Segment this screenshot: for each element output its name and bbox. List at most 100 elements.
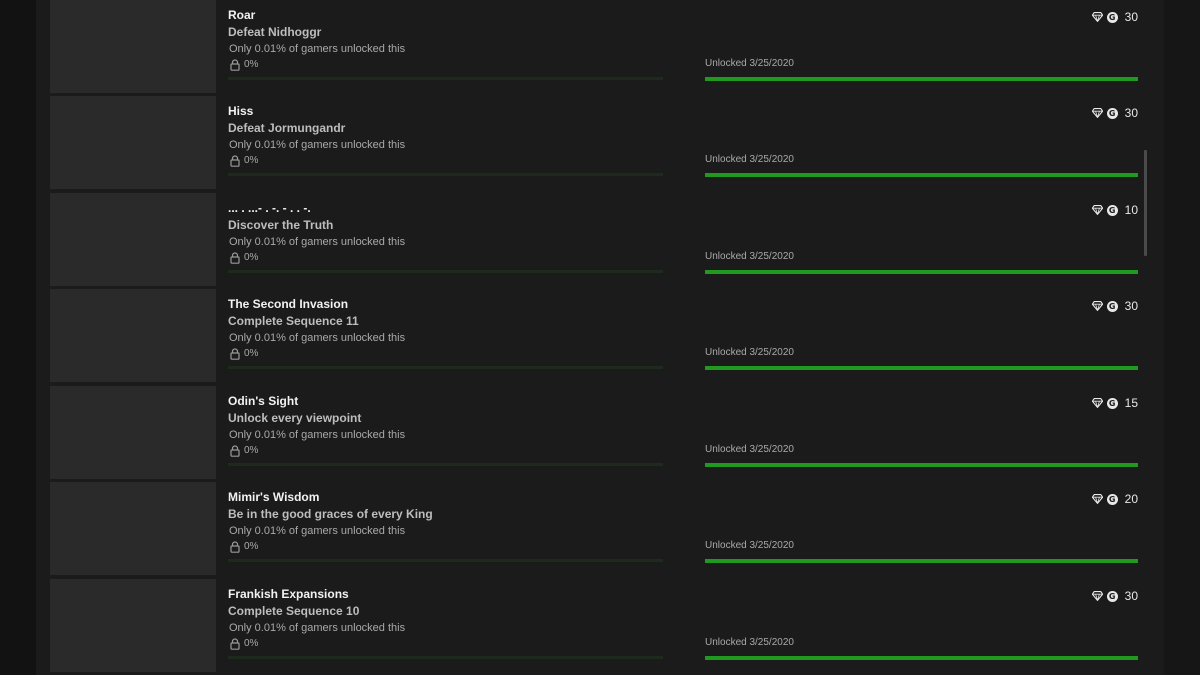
achievement-row[interactable]: Frankish Expansions Complete Sequence 10…	[50, 579, 1150, 672]
gamerscore-icon: G	[1106, 107, 1118, 119]
achievement-percent: 0%	[244, 59, 259, 70]
unlock-progress-track	[705, 366, 1138, 370]
achievement-thumbnail	[50, 96, 216, 189]
achievement-thumbnail	[50, 193, 216, 286]
left-rail	[0, 0, 36, 675]
achievement-rarity: Only 0.01% of gamers unlocked this	[229, 622, 406, 634]
achievement-percent: 0%	[244, 541, 259, 552]
unlock-progress-fill	[705, 366, 1138, 370]
achievement-title: ... . ...- . -. - . . -.	[228, 201, 311, 215]
lock-icon	[230, 59, 240, 71]
achievement-rarity: Only 0.01% of gamers unlocked this	[229, 332, 406, 344]
gamerscore-value: 30	[1124, 10, 1138, 24]
gamerscore-value: 30	[1124, 589, 1138, 603]
achievement-percent: 0%	[244, 638, 259, 649]
gamerscore-icon: G	[1106, 300, 1118, 312]
diamond-icon	[1091, 398, 1103, 408]
achievement-title: Hiss	[228, 104, 254, 118]
unlock-progress-fill	[705, 173, 1138, 177]
unlock-progress-track	[705, 270, 1138, 274]
achievement-rarity: Only 0.01% of gamers unlocked this	[229, 43, 406, 55]
achievement-thumbnail	[50, 0, 216, 93]
lock-icon	[230, 445, 240, 457]
diamond-icon	[1091, 205, 1103, 215]
unlock-progress-fill	[705, 77, 1138, 81]
unlock-progress-track	[705, 559, 1138, 563]
gamerscore-value: 30	[1124, 299, 1138, 313]
achievement-rarity: Only 0.01% of gamers unlocked this	[229, 429, 406, 441]
gamerscore-value: 20	[1124, 492, 1138, 506]
reward: G 30	[1091, 588, 1138, 604]
diamond-icon	[1091, 591, 1103, 601]
achievement-percent: 0%	[244, 445, 259, 456]
achievement-title: Odin's Sight	[228, 394, 299, 408]
unlock-date: Unlocked 3/25/2020	[705, 637, 794, 648]
unlock-progress-fill	[705, 463, 1138, 467]
diamond-icon	[1091, 494, 1103, 504]
achievement-title: Frankish Expansions	[228, 587, 349, 601]
unlock-date: Unlocked 3/25/2020	[705, 58, 794, 69]
achievement-description: Be in the good graces of every King	[228, 507, 433, 521]
gamerscore-icon: G	[1106, 11, 1118, 23]
rarity-progress-track	[228, 173, 663, 176]
achievement-percent: 0%	[244, 155, 259, 166]
reward: G 30	[1091, 105, 1138, 121]
unlock-progress-fill	[705, 656, 1138, 660]
unlock-date: Unlocked 3/25/2020	[705, 540, 794, 551]
achievement-title: Mimir's Wisdom	[228, 490, 320, 504]
unlock-date: Unlocked 3/25/2020	[705, 347, 794, 358]
reward: G 30	[1091, 298, 1138, 314]
achievement-rarity: Only 0.01% of gamers unlocked this	[229, 236, 406, 248]
achievement-rarity: Only 0.01% of gamers unlocked this	[229, 525, 406, 537]
achievement-row[interactable]: Hiss Defeat Jormungandr Only 0.01% of ga…	[50, 96, 1150, 189]
achievement-row[interactable]: Roar Defeat Nidhoggr Only 0.01% of gamer…	[50, 0, 1150, 93]
lock-icon	[230, 638, 240, 650]
achievement-thumbnail	[50, 386, 216, 479]
achievement-title: Roar	[228, 8, 256, 22]
rarity-progress-track	[228, 77, 663, 80]
achievement-title: The Second Invasion	[228, 297, 349, 311]
achievement-row[interactable]: Mimir's Wisdom Be in the good graces of …	[50, 482, 1150, 575]
diamond-icon	[1091, 301, 1103, 311]
achievement-description: Defeat Nidhoggr	[228, 25, 322, 39]
unlock-date: Unlocked 3/25/2020	[705, 154, 794, 165]
achievement-description: Defeat Jormungandr	[228, 121, 346, 135]
achievement-row[interactable]: ... . ...- . -. - . . -. Discover the Tr…	[50, 193, 1150, 286]
reward: G 15	[1091, 395, 1138, 411]
unlock-progress-track	[705, 173, 1138, 177]
achievement-percent: 0%	[244, 348, 259, 359]
reward: G 10	[1091, 202, 1138, 218]
unlock-progress-fill	[705, 270, 1138, 274]
rarity-progress-track	[228, 270, 663, 273]
rarity-progress-track	[228, 656, 663, 659]
reward: G 20	[1091, 491, 1138, 507]
gamerscore-icon: G	[1106, 204, 1118, 216]
diamond-icon	[1091, 108, 1103, 118]
lock-icon	[230, 155, 240, 167]
achievements-screen: Roar Defeat Nidhoggr Only 0.01% of gamer…	[0, 0, 1200, 675]
unlock-progress-fill	[705, 559, 1138, 563]
achievement-row[interactable]: The Second Invasion Complete Sequence 11…	[50, 289, 1150, 382]
lock-icon	[230, 348, 240, 360]
unlock-date: Unlocked 3/25/2020	[705, 444, 794, 455]
achievement-description: Unlock every viewpoint	[228, 411, 362, 425]
rarity-progress-track	[228, 559, 663, 562]
achievement-percent: 0%	[244, 252, 259, 263]
achievement-thumbnail	[50, 289, 216, 382]
scrollbar-thumb[interactable]	[1144, 150, 1147, 256]
unlock-progress-track	[705, 656, 1138, 660]
achievement-thumbnail	[50, 579, 216, 672]
achievement-row[interactable]: Odin's Sight Unlock every viewpoint Only…	[50, 386, 1150, 479]
unlock-date: Unlocked 3/25/2020	[705, 251, 794, 262]
achievement-thumbnail	[50, 482, 216, 575]
unlock-progress-track	[705, 463, 1138, 467]
achievement-description: Discover the Truth	[228, 218, 334, 232]
gamerscore-value: 15	[1124, 396, 1138, 410]
achievement-description: Complete Sequence 10	[228, 604, 360, 618]
lock-icon	[230, 541, 240, 553]
gamerscore-icon: G	[1106, 493, 1118, 505]
lock-icon	[230, 252, 240, 264]
gamerscore-icon: G	[1106, 397, 1118, 409]
achievement-rarity: Only 0.01% of gamers unlocked this	[229, 139, 406, 151]
diamond-icon	[1091, 12, 1103, 22]
